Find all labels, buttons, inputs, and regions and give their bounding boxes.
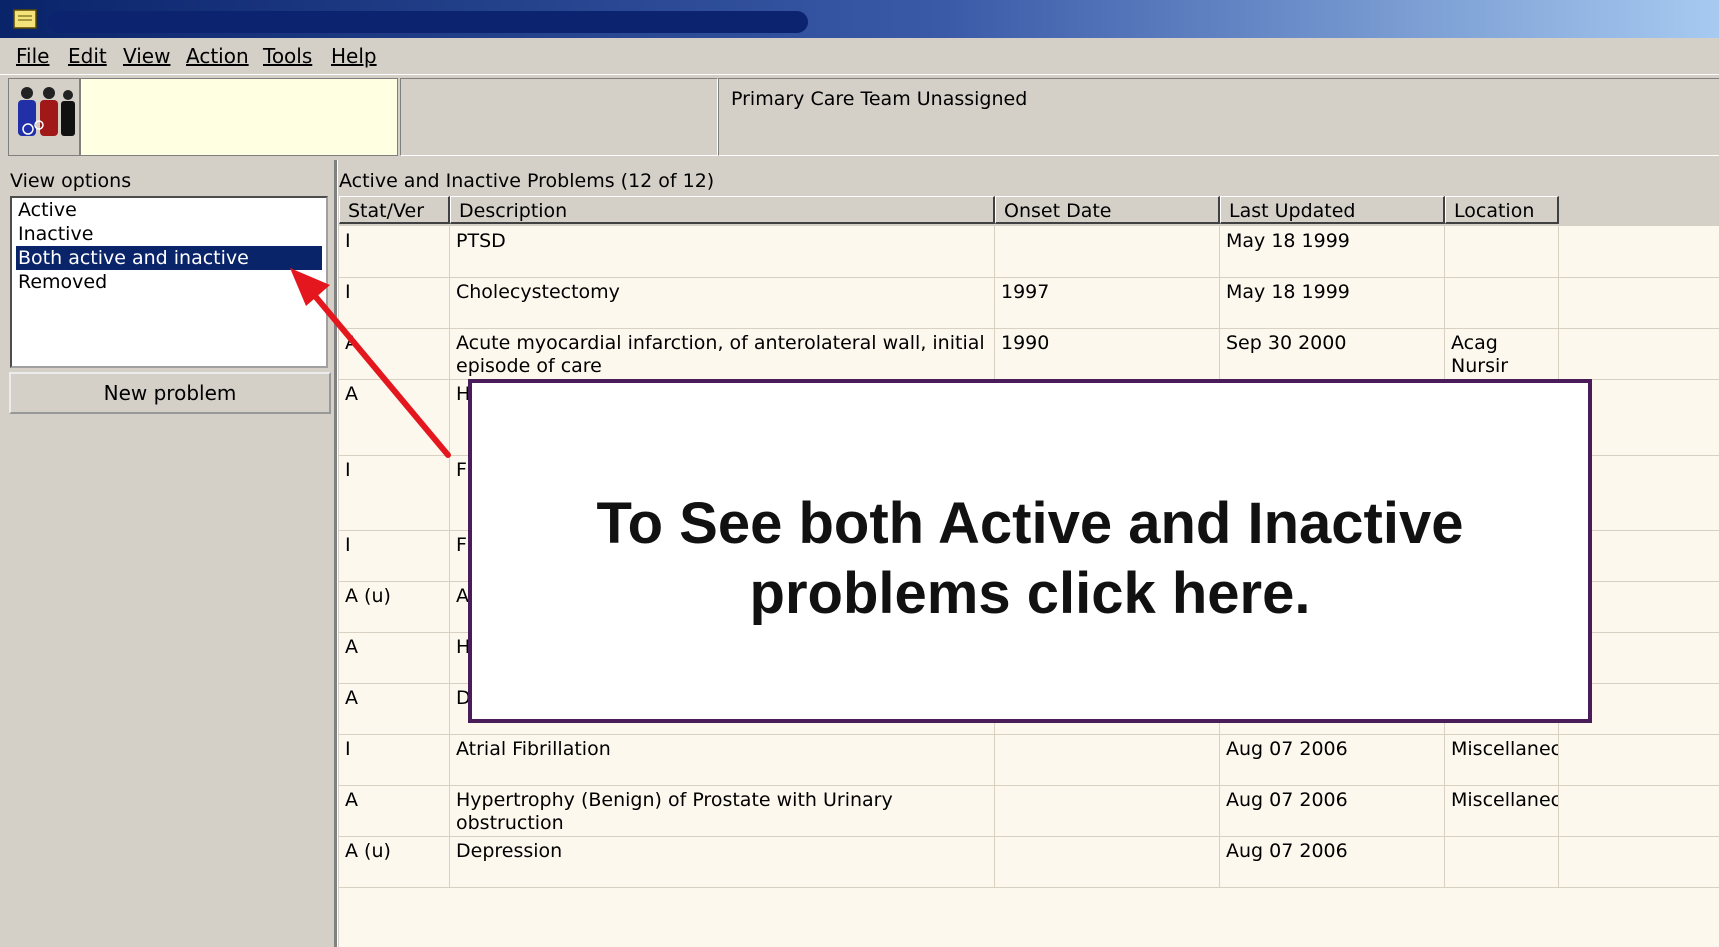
- view-option-removed[interactable]: Removed: [16, 270, 322, 294]
- problem-row[interactable]: A Acute myocardial infarction, of anterol…: [339, 328, 1719, 380]
- new-problem-button[interactable]: New problem: [9, 372, 331, 414]
- cell-location: Miscellanec: [1445, 734, 1559, 785]
- problem-row[interactable]: I PTSD May 18 1999: [339, 226, 1719, 278]
- column-header-location[interactable]: Location: [1445, 196, 1559, 224]
- callout-text: To See both Active and Inactive problems…: [472, 489, 1588, 629]
- cell-description: Depression: [450, 836, 995, 887]
- window-title-redacted: [48, 11, 808, 33]
- cell-description: Acute myocardial infarction, of anterola…: [450, 328, 995, 379]
- cell-empty: [1559, 226, 1719, 277]
- problems-list-title: Active and Inactive Problems (12 of 12): [339, 170, 715, 192]
- app-icon: [13, 9, 37, 29]
- column-header-description[interactable]: Description: [450, 196, 995, 224]
- cell-stat: A: [339, 785, 450, 836]
- menu-file[interactable]: File: [16, 44, 49, 68]
- cell-location: [1445, 226, 1559, 277]
- cell-location: Miscellanec: [1445, 785, 1559, 836]
- view-option-active[interactable]: Active: [16, 198, 322, 222]
- cell-description: Hypertrophy (Benign) of Prostate with Ur…: [450, 785, 995, 836]
- problem-row[interactable]: A (u) Depression Aug 07 2006: [339, 836, 1719, 888]
- cell-updated: Aug 07 2006: [1220, 734, 1445, 785]
- problem-row[interactable]: A Hypertrophy (Benign) of Prostate with U…: [339, 785, 1719, 837]
- problem-row[interactable]: I Cholecystectomy 1997 May 18 1999: [339, 277, 1719, 329]
- cell-location: [1445, 836, 1559, 887]
- cell-onset: [995, 836, 1220, 887]
- cell-empty: [1559, 328, 1719, 379]
- instruction-callout: To See both Active and Inactive problems…: [468, 379, 1592, 723]
- cell-onset: [995, 226, 1220, 277]
- patient-info-panel[interactable]: [80, 78, 398, 156]
- callout-line-2: problems click here.: [749, 561, 1311, 626]
- cell-updated: Aug 07 2006: [1220, 785, 1445, 836]
- view-option-both[interactable]: Both active and inactive: [16, 246, 322, 270]
- cell-stat: A: [339, 379, 450, 455]
- cell-location: [1445, 277, 1559, 328]
- cell-empty: [1559, 277, 1719, 328]
- primary-care-team-panel[interactable]: Primary Care Team Unassigned: [718, 78, 1719, 156]
- cell-updated: May 18 1999: [1220, 277, 1445, 328]
- cell-description: Cholecystectomy: [450, 277, 995, 328]
- cell-stat: A: [339, 683, 450, 734]
- view-option-inactive[interactable]: Inactive: [16, 222, 322, 246]
- cell-stat: A (u): [339, 836, 450, 887]
- column-header-stat[interactable]: Stat/Ver: [339, 196, 450, 224]
- panel-splitter[interactable]: [334, 160, 338, 947]
- patient-people-icon: [18, 87, 75, 136]
- cell-stat: I: [339, 277, 450, 328]
- cell-empty: [1559, 836, 1719, 887]
- menu-view[interactable]: View: [123, 44, 170, 68]
- cell-updated: May 18 1999: [1220, 226, 1445, 277]
- menu-action[interactable]: Action: [186, 44, 249, 68]
- view-options-label: View options: [10, 170, 132, 192]
- cell-description: Atrial Fibrillation: [450, 734, 995, 785]
- problem-row[interactable]: I Atrial Fibrillation Aug 07 2006 Miscellan…: [339, 734, 1719, 786]
- view-options-list[interactable]: Active Inactive Both active and inactive…: [10, 196, 328, 368]
- menu-bar: File Edit View Action Tools Help: [0, 40, 1719, 75]
- column-header-updated[interactable]: Last Updated: [1220, 196, 1445, 224]
- encounter-panel[interactable]: [400, 78, 718, 156]
- cell-location: Acag Nursir: [1445, 328, 1559, 379]
- cell-stat: A: [339, 328, 450, 379]
- cell-stat: A: [339, 632, 450, 683]
- cell-empty: [1559, 734, 1719, 785]
- menu-tools[interactable]: Tools: [263, 44, 312, 68]
- grid-header: Stat/Ver Description Onset Date Last Upd…: [339, 196, 1719, 226]
- cell-empty: [1559, 785, 1719, 836]
- cell-stat: I: [339, 455, 450, 530]
- cell-updated: Sep 30 2000: [1220, 328, 1445, 379]
- cell-onset: [995, 785, 1220, 836]
- title-bar: [0, 0, 1719, 38]
- callout-line-1: To See both Active and Inactive: [596, 491, 1464, 556]
- cell-stat: A (u): [339, 581, 450, 632]
- column-header-onset[interactable]: Onset Date: [995, 196, 1220, 224]
- menu-edit[interactable]: Edit: [68, 44, 107, 68]
- menu-help[interactable]: Help: [331, 44, 377, 68]
- cell-onset: 1997: [995, 277, 1220, 328]
- cell-onset: [995, 734, 1220, 785]
- cell-onset: 1990: [995, 328, 1220, 379]
- cell-stat: I: [339, 734, 450, 785]
- patient-icon-button[interactable]: [8, 78, 80, 156]
- cell-description: PTSD: [450, 226, 995, 277]
- cell-stat: I: [339, 530, 450, 581]
- primary-care-team-text: Primary Care Team Unassigned: [731, 88, 1028, 110]
- cell-stat: I: [339, 226, 450, 277]
- cell-updated: Aug 07 2006: [1220, 836, 1445, 887]
